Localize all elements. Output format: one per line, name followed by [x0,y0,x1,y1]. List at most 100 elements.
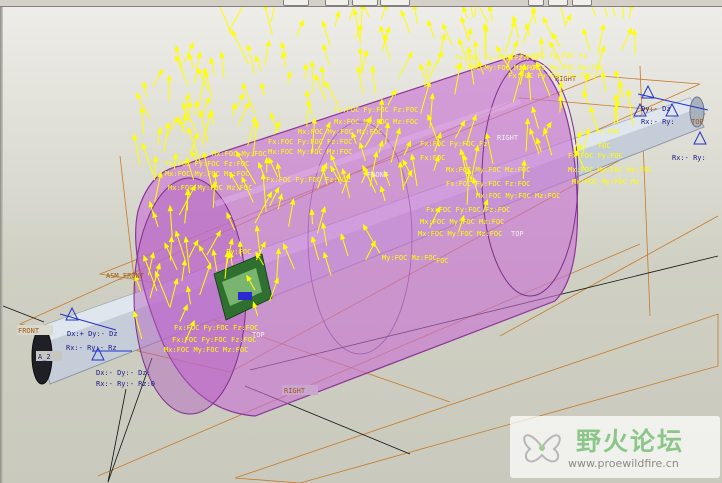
load-text: Mx:FOC My:FOC Mz:FOC [446,166,530,174]
datum-label-right-mid: RIGHT [497,134,519,142]
load-text: Fx:FOC Fy:FOC Fz:FOC [165,160,249,168]
load-arrowhead [172,152,179,159]
toolbar-strip [0,0,722,7]
load-arrowhead [142,80,148,88]
load-text: Mx:FOC My:FOC Mz:FOC [420,218,504,226]
watermark-url: www.proewildfire.cn [568,457,679,470]
load-arrowhead [174,44,180,52]
load-arrowhead [419,63,425,71]
butterfly-logo-icon [523,434,561,463]
load-arrowhead [462,6,468,13]
load-text: Mx:FOC My:FOC Mz:FOC [268,148,352,156]
load-arrowhead [193,100,200,107]
constraint-triangle-icon [693,130,707,145]
toolbar-button[interactable] [572,0,592,6]
load-text: My:FOC Mz:FOC [382,254,437,262]
load-arrowhead [311,117,318,124]
load-arrowhead [600,45,606,52]
load-arrowhead [166,74,172,82]
load-arrowhead [254,54,260,62]
load-text: Mx:FOC My:FOC Mz:FOC [476,192,560,200]
load-arrow [604,6,608,17]
load-text: Fx:FOC Fy:FOC Fz:FOC [334,106,418,114]
load-arrowhead [157,171,163,178]
datum-edge [639,65,651,317]
load-arrowhead [385,26,391,34]
load-arrowhead [309,60,315,67]
load-text: Mx:FOC My:FOC Mz:FOC [298,128,382,136]
load-arrowhead [390,88,397,96]
load-arrow [474,6,477,18]
load-arrowhead [558,94,564,102]
load-arrowhead [188,42,194,49]
constraint-text: Rx:- Ry:- Rz [66,344,117,352]
constraint-text: Rx:- Ry: [641,118,675,126]
hub-marker [238,292,252,300]
load-arrowhead [184,92,191,100]
load-arrowhead [566,13,572,21]
load-text: Mx:FOC My:FOC [212,150,267,158]
load-arrowhead [275,120,281,128]
load-text: Mx:FOC My:FOC Mz:FOC [165,170,249,178]
graphics-viewport[interactable]: FRONT ASM_FRONT A_2 RIGHT TOP TOP FRONT … [0,6,722,483]
model-scene[interactable]: FRONT ASM_FRONT A_2 RIGHT TOP TOP FRONT … [0,6,722,483]
load-arrowhead [466,46,472,53]
left-panel-edge[interactable] [0,6,3,483]
load-text: Mx:FOC My:FOC Mz:FOC [520,64,604,72]
load-arrowhead [357,47,364,54]
load-arrowhead [322,43,328,51]
constraint-text: Dy:- Dz [641,105,671,113]
load-arrowhead [472,40,479,47]
load-text: Mx:FOC My:FOC Mz [572,178,639,186]
load-arrowhead [136,92,142,100]
load-text: Fx:FOC Fy:FOC Fz:FOC [446,180,530,188]
datum-label-front-mid: FRONT [367,171,389,179]
load-arrowhead [582,27,588,35]
load-arrowhead [614,69,620,77]
load-arrow [359,6,363,41]
load-arrow [219,6,232,34]
load-arrow [591,6,597,17]
load-text: Fx:FOC Fy:FOC Fz:FOC [426,206,510,214]
load-arrowhead [467,27,473,34]
toolbar-button[interactable] [352,0,378,6]
load-arrowhead [303,62,309,70]
load-arrowhead [286,70,292,78]
load-arrowhead [511,15,518,22]
forum-watermark: 野火论坛 www.proewildfire.cn [510,416,720,478]
toolbar-button[interactable] [325,0,349,6]
load-text: Fy:FOC [226,248,251,256]
load-arrowhead [589,105,595,113]
load-arrowhead [265,39,271,47]
toolbar-button[interactable] [548,0,568,6]
load-arrowhead [631,28,638,35]
load-arrowhead [600,23,606,31]
load-arrowhead [141,142,147,150]
toolbar-button[interactable] [283,0,309,6]
load-arrow [270,6,275,23]
load-text: Fx:FOC Fy:FOC [568,152,623,160]
load-arrowhead [190,150,196,158]
toolbar-button[interactable] [528,0,544,6]
load-arrowhead [525,22,531,30]
load-text: Fx:FOC Fy:FOC Fz [520,52,587,60]
construction-line [2,305,45,323]
load-text: Fx:FOC Fy:FOC Fz:FOC [266,176,350,184]
load-arrowhead [600,70,607,78]
load-arrowhead [173,116,179,123]
load-arrowhead [209,108,215,116]
load-text: Fx:FOC Fy:FOC Fz [420,140,487,148]
load-arrowhead [425,59,432,66]
load-text: FOC [598,142,611,150]
constraint-text: Rx:- Ry:- Rz:0 [96,380,155,388]
load-arrowhead [482,22,488,29]
load-arrowhead [510,19,516,27]
load-arrowhead [251,115,257,123]
load-arrowhead [219,50,225,58]
toolbar-button[interactable] [380,0,410,6]
datum-label-top-right: TOP [691,118,704,126]
load-arrowhead [246,43,252,51]
load-text: Fx:FOC Fy:FOC Fz:FOC [268,138,352,146]
load-text: Fx:FOC Fy:FOC Fz:FOC [172,336,256,344]
load-arrowhead [238,92,244,100]
